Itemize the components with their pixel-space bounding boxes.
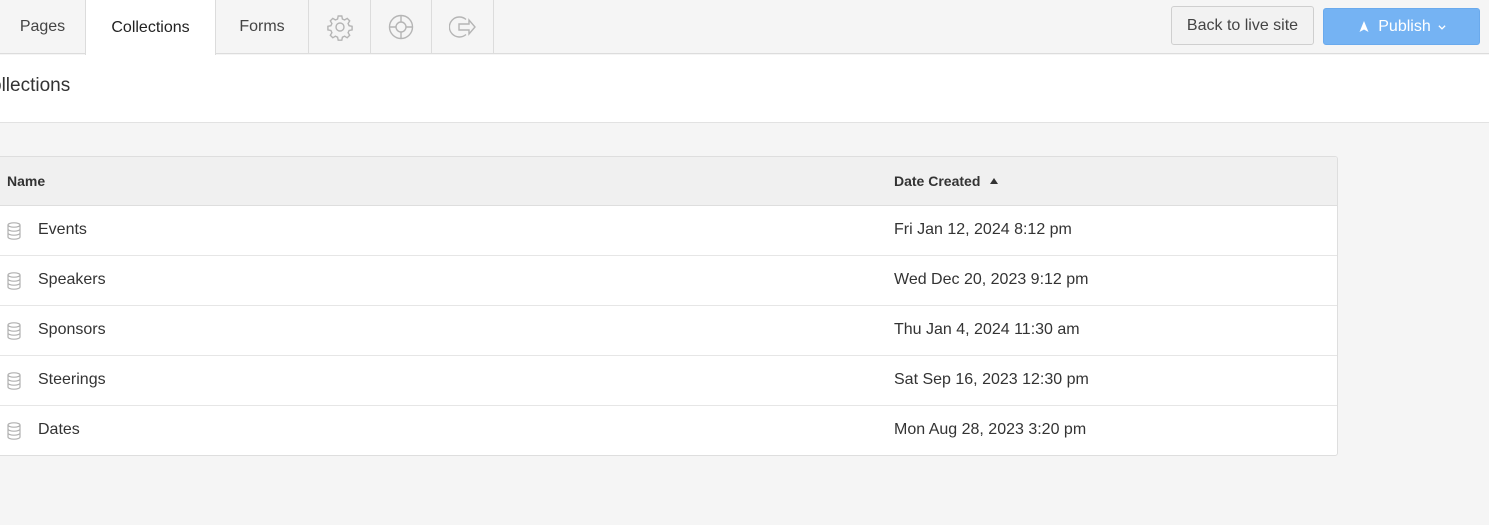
tab-forms-label: Forms	[239, 18, 285, 35]
lifebuoy-icon	[388, 14, 414, 40]
database-icon	[7, 372, 21, 390]
table-row[interactable]: Events Fri Jan 12, 2024 8:12 pm	[0, 206, 1337, 256]
table-row[interactable]: Steerings Sat Sep 16, 2023 12:30 pm	[0, 356, 1337, 406]
publish-button[interactable]: Publish	[1323, 8, 1480, 45]
help-tab[interactable]	[371, 0, 432, 54]
collections-table: Name Date Created Events Fri Jan 12, 202…	[0, 156, 1338, 456]
tab-pages[interactable]: Pages	[0, 0, 86, 54]
chevron-down-icon	[1438, 24, 1446, 30]
column-header-name[interactable]: Name	[7, 173, 45, 189]
settings-tab[interactable]	[309, 0, 371, 54]
collection-name: Speakers	[38, 271, 106, 288]
tab-pages-label: Pages	[19, 18, 66, 35]
back-to-live-site-label: Back to live site	[1186, 16, 1299, 34]
collection-date-created: Fri Jan 12, 2024 8:12 pm	[894, 221, 1072, 238]
collection-name: Dates	[38, 421, 80, 438]
collection-date-created: Sat Sep 16, 2023 12:30 pm	[894, 371, 1089, 388]
page-header: ollections	[0, 55, 1489, 123]
top-navigation-bar: Pages Collections Forms Back to live sit…	[0, 0, 1489, 55]
table-header: Name Date Created	[0, 157, 1337, 206]
table-row[interactable]: Sponsors Thu Jan 4, 2024 11:30 am	[0, 306, 1337, 356]
logout-tab[interactable]	[432, 0, 494, 54]
database-icon	[7, 222, 21, 240]
database-icon	[7, 422, 21, 440]
collection-name: Steerings	[38, 371, 106, 388]
gear-icon	[326, 15, 353, 41]
page-title: ollections	[0, 75, 71, 96]
table-row[interactable]: Dates Mon Aug 28, 2023 3:20 pm	[0, 406, 1337, 455]
database-icon	[7, 322, 21, 340]
database-icon	[7, 272, 21, 290]
collection-date-created: Mon Aug 28, 2023 3:20 pm	[894, 421, 1087, 438]
rocket-icon	[1359, 20, 1369, 32]
collection-date-created: Thu Jan 4, 2024 11:30 am	[894, 321, 1080, 338]
tab-forms[interactable]: Forms	[216, 0, 309, 54]
table-row[interactable]: Speakers Wed Dec 20, 2023 9:12 pm	[0, 256, 1337, 306]
column-header-date-label: Date Created	[894, 173, 981, 189]
exit-icon	[448, 16, 476, 38]
back-to-live-site-button[interactable]: Back to live site	[1171, 6, 1314, 45]
collection-name: Sponsors	[38, 321, 106, 338]
tab-collections[interactable]: Collections	[85, 0, 216, 55]
publish-label: Publish	[1378, 17, 1431, 35]
tab-collections-label: Collections	[111, 18, 190, 36]
sort-ascending-icon	[990, 178, 999, 184]
collection-name: Events	[38, 221, 87, 238]
column-header-date-created[interactable]: Date Created	[894, 173, 999, 189]
collection-date-created: Wed Dec 20, 2023 9:12 pm	[894, 271, 1089, 288]
